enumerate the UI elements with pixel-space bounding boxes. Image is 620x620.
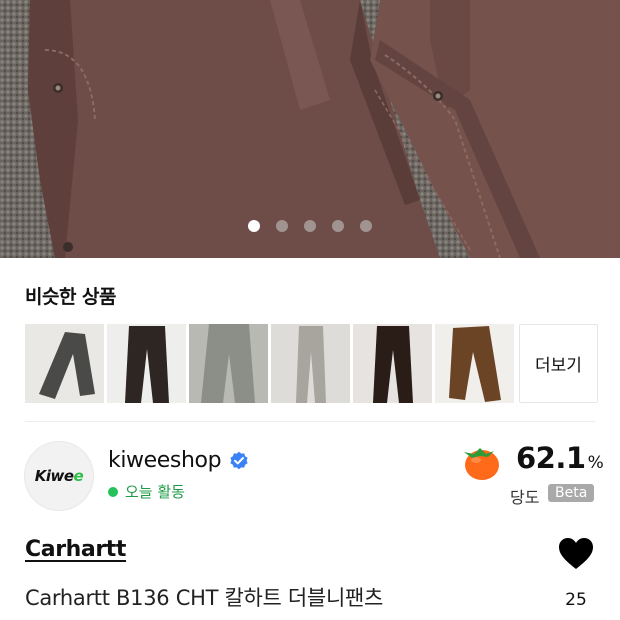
similar-product-thumb-5[interactable] — [353, 324, 432, 403]
activity-label: 오늘 활동 — [125, 483, 185, 501]
similar-product-thumb-4[interactable] — [271, 324, 350, 403]
carousel-dot-1[interactable] — [248, 220, 260, 232]
carousel-dot-2[interactable] — [276, 220, 288, 232]
sweetness-label: 당도 — [510, 488, 540, 507]
heart-icon[interactable] — [558, 537, 594, 571]
carousel-indicator — [0, 220, 620, 232]
shop-name[interactable]: kiweeshop — [108, 448, 222, 473]
beta-badge: Beta — [548, 484, 595, 502]
persimmon-icon — [464, 448, 499, 480]
similar-products-list: 더보기 — [25, 324, 598, 403]
similar-product-thumb-3[interactable] — [189, 324, 268, 403]
similar-product-thumb-2[interactable] — [107, 324, 186, 403]
product-title: Carhartt B136 CHT 칼하트 더블니팬츠 — [25, 586, 384, 610]
product-image-carousel[interactable] — [0, 0, 620, 258]
similar-product-thumb-6[interactable] — [435, 324, 514, 403]
shop-name-row[interactable]: kiweeshop — [108, 448, 249, 473]
online-dot-icon — [108, 486, 118, 497]
sweetness-rate: 62.1% — [516, 441, 604, 475]
section-divider — [25, 421, 595, 422]
similar-products-title: 비슷한 상품 — [25, 286, 117, 308]
shop-logo: Kiwee — [34, 467, 84, 485]
carousel-dot-3[interactable] — [304, 220, 316, 232]
like-count: 25 — [565, 590, 587, 610]
shop-avatar[interactable]: Kiwee — [24, 441, 94, 511]
brand-link[interactable]: Carhartt — [25, 537, 126, 562]
carousel-dot-5[interactable] — [360, 220, 372, 232]
similar-product-thumb-1[interactable] — [25, 324, 104, 403]
more-similar-button[interactable]: 더보기 — [519, 324, 598, 403]
verified-badge-icon — [230, 451, 248, 469]
shop-activity-status: 오늘 활동 — [108, 481, 185, 502]
carousel-dot-4[interactable] — [332, 220, 344, 232]
